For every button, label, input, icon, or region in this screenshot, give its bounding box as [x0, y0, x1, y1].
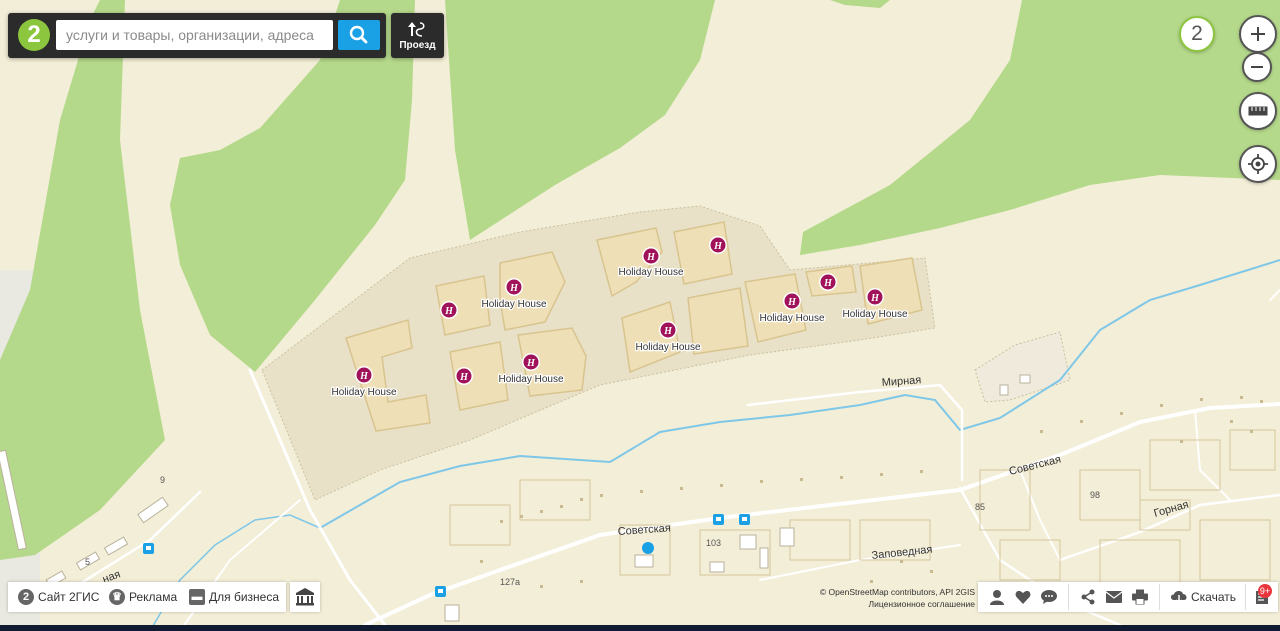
svg-text:H: H: [823, 278, 833, 289]
hotel-marker-icon[interactable]: H: [642, 247, 660, 265]
svg-text:H: H: [646, 252, 656, 263]
ruler-button[interactable]: [1239, 92, 1277, 130]
house-number: 103: [706, 538, 721, 548]
search-panel: 2: [8, 13, 386, 58]
hotel-label[interactable]: Holiday House: [330, 386, 398, 400]
museum-button[interactable]: [290, 582, 320, 612]
comment-icon: [1041, 590, 1057, 604]
house-number: 127а: [500, 577, 520, 587]
svg-text:H: H: [444, 306, 454, 317]
footer-actions: Скачать: [978, 582, 1278, 612]
download-button[interactable]: [1166, 582, 1192, 612]
zoom-in-button[interactable]: [1239, 15, 1277, 53]
print-icon: [1132, 589, 1148, 605]
svg-text:H: H: [526, 358, 536, 369]
route-label: Проезд: [399, 40, 436, 51]
share-icon: [1081, 589, 1095, 605]
logo-2gis[interactable]: 2: [18, 19, 50, 51]
search-input[interactable]: [56, 20, 333, 50]
heart-icon: [1015, 590, 1031, 604]
favorites-button[interactable]: [1010, 582, 1036, 612]
house-number: 9: [160, 475, 165, 485]
hotel-marker-icon[interactable]: H: [866, 288, 884, 306]
mail-icon: [1106, 591, 1122, 603]
briefcase-icon: ▬: [189, 589, 205, 605]
hotel-marker-icon[interactable]: H: [783, 292, 801, 310]
site-link-label: Сайт 2ГИС: [38, 590, 100, 604]
map-attribution: © OpenStreetMap contributors, API 2GIS Л…: [800, 586, 975, 610]
map-canvas[interactable]: Мирная Советская Советская Горная Запове…: [0, 0, 1280, 631]
hotel-label[interactable]: Holiday House: [841, 308, 909, 322]
hotel-marker-icon[interactable]: H: [819, 273, 837, 291]
svg-text:H: H: [663, 326, 673, 337]
hotel-marker-icon[interactable]: H: [505, 278, 523, 296]
hotel-marker-icon[interactable]: H: [709, 236, 727, 254]
minus-icon: [1251, 66, 1263, 68]
comments-button[interactable]: [1036, 582, 1062, 612]
ads-link-label: Реклама: [129, 590, 178, 604]
house-number: 85: [975, 502, 985, 512]
house-number: 98: [1090, 490, 1100, 500]
license-link[interactable]: Лицензионное соглашение: [800, 598, 976, 610]
hotel-marker-icon[interactable]: H: [522, 353, 540, 371]
hotel-label[interactable]: Holiday House: [480, 298, 548, 312]
floors-badge[interactable]: 2: [1179, 16, 1215, 52]
route-icon: [408, 22, 425, 37]
search-icon: [349, 25, 368, 44]
hotel-marker-icon[interactable]: H: [455, 367, 473, 385]
user-icon: [990, 590, 1004, 605]
business-link-label: Для бизнеса: [209, 590, 280, 604]
user-button[interactable]: [984, 582, 1010, 612]
museum-icon: [296, 588, 314, 606]
ruler-icon: [1248, 106, 1268, 116]
footer-links: 2 Сайт 2ГИС ♛ Реклама ▬ Для бизнеса: [8, 582, 286, 612]
hotel-marker-icon[interactable]: H: [440, 301, 458, 319]
hotel-label[interactable]: Holiday House: [634, 341, 702, 355]
hotel-label[interactable]: Holiday House: [617, 266, 685, 280]
svg-text:H: H: [459, 372, 469, 383]
share-button[interactable]: [1075, 582, 1101, 612]
logo-small-icon: 2: [18, 589, 34, 605]
svg-text:H: H: [787, 297, 797, 308]
download-label[interactable]: Скачать: [1191, 582, 1236, 612]
notification-badge: 9+: [1258, 584, 1272, 598]
hotel-label[interactable]: Holiday House: [497, 373, 565, 387]
svg-text:H: H: [359, 371, 369, 382]
attribution-osm[interactable]: © OpenStreetMap contributors, API 2GIS: [800, 586, 975, 598]
svg-text:H: H: [870, 293, 880, 304]
mail-button[interactable]: [1101, 582, 1127, 612]
os-taskbar: [0, 625, 1280, 631]
plus-icon: [1251, 27, 1265, 41]
hotel-marker-icon[interactable]: H: [659, 321, 677, 339]
crown-icon: ♛: [109, 589, 125, 605]
hotel-label[interactable]: Holiday House: [758, 312, 826, 326]
hotel-marker-icon[interactable]: H: [355, 366, 373, 384]
house-number: 5: [85, 557, 90, 567]
print-button[interactable]: [1127, 582, 1153, 612]
svg-text:H: H: [509, 283, 519, 294]
svg-text:H: H: [713, 241, 723, 252]
locate-icon: [1248, 154, 1268, 174]
download-icon: [1171, 591, 1187, 604]
search-button[interactable]: [338, 20, 380, 50]
route-button[interactable]: Проезд: [391, 13, 444, 58]
zoom-out-button[interactable]: [1242, 52, 1272, 82]
locate-button[interactable]: [1239, 145, 1277, 183]
